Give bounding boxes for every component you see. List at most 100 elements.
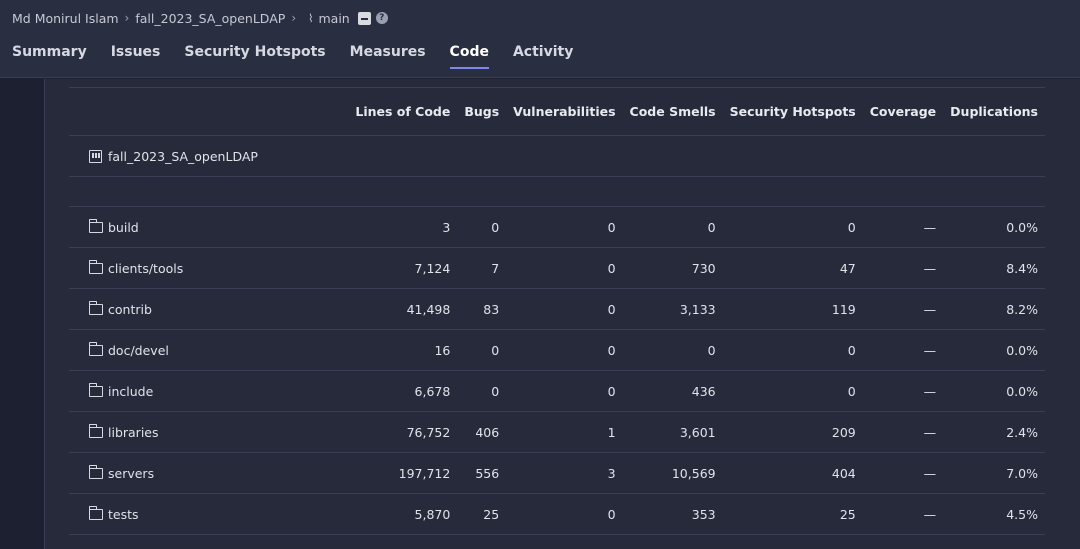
table-row[interactable]: libraries 76,752 406 1 3,601 209—2.4%	[69, 411, 1045, 453]
cell-duplications[interactable]: 8.2%	[943, 288, 1045, 330]
folder-icon	[89, 259, 103, 274]
cell-lines-of-code[interactable]: 6,678	[348, 370, 458, 412]
directory-link[interactable]: servers	[108, 466, 154, 481]
breadcrumb-project[interactable]: fall_2023_SA_openLDAP	[135, 11, 285, 26]
cell-bugs[interactable]: 25	[457, 493, 507, 535]
tab-code[interactable]: Code	[449, 44, 490, 69]
tab-security-hotspots[interactable]: Security Hotspots	[184, 44, 325, 68]
table-row[interactable]: contrib 41,498 83 0 3,133 119—8.2%	[69, 288, 1045, 330]
cell-coverage: —	[862, 329, 944, 371]
column-header-lines-of-code[interactable]: Lines of Code	[348, 87, 458, 136]
cell-lines-of-code[interactable]: 41,498	[348, 288, 458, 330]
directory-link[interactable]: clients/tools	[108, 261, 183, 276]
cell-duplications[interactable]: 0.0%	[943, 329, 1045, 371]
cell-security-hotspots[interactable]: 209	[722, 411, 863, 453]
folder-icon	[89, 382, 103, 397]
cell-code-smells[interactable]: 10,569	[622, 452, 723, 494]
cell-security-hotspots[interactable]: 0	[722, 206, 863, 248]
cell-code-smells[interactable]: 3,133	[622, 288, 723, 330]
cell-bugs[interactable]: 0	[457, 206, 507, 248]
cell-duplications[interactable]: 8.4%	[943, 247, 1045, 289]
folder-icon	[89, 464, 103, 479]
cell-duplications[interactable]: 7.0%	[943, 452, 1045, 494]
cell-lines-of-code[interactable]: 5,870	[348, 493, 458, 535]
cell-code-smells[interactable]: 0	[622, 329, 723, 371]
cell-coverage: —	[862, 288, 944, 330]
directory-link[interactable]: build	[108, 220, 139, 235]
tab-activity[interactable]: Activity	[513, 44, 573, 68]
help-icon[interactable]: ?	[375, 12, 388, 24]
cell-coverage: —	[862, 411, 944, 453]
tab-summary[interactable]: Summary	[12, 44, 87, 68]
cell-code-smells[interactable]: 3,601	[622, 411, 723, 453]
directory-name-cell: clients/tools	[69, 247, 349, 289]
cell-vulnerabilities[interactable]: 0	[506, 206, 623, 248]
cell-vulnerabilities[interactable]: 3	[506, 452, 623, 494]
cell-duplications[interactable]: 0.0%	[943, 206, 1045, 248]
cell-lines-of-code[interactable]: 16	[348, 329, 458, 371]
project-name[interactable]: fall_2023_SA_openLDAP	[108, 149, 258, 164]
cell-coverage: —	[862, 493, 944, 535]
project-name-cell: fall_2023_SA_openLDAP	[69, 135, 349, 177]
cell-vulnerabilities[interactable]: 0	[506, 370, 623, 412]
breadcrumb-owner[interactable]: Md Monirul Islam	[12, 11, 119, 26]
cell-code-smells[interactable]: 0	[622, 206, 723, 248]
directory-link[interactable]: doc/devel	[108, 343, 169, 358]
cell-duplications[interactable]: 4.5%	[943, 493, 1045, 535]
table-row[interactable]: include 6,678 0 0 436 0—0.0%	[69, 370, 1045, 412]
cell-security-hotspots[interactable]: 47	[722, 247, 863, 289]
cell-bugs[interactable]: 406	[457, 411, 507, 453]
top-bar: Md Monirul Islam › fall_2023_SA_openLDAP…	[0, 0, 1080, 78]
cell-security-hotspots[interactable]: 404	[722, 452, 863, 494]
cell-code-smells[interactable]: 436	[622, 370, 723, 412]
folder-icon	[89, 505, 103, 520]
cell-bugs[interactable]: 556	[457, 452, 507, 494]
cell-bugs[interactable]: 0	[457, 370, 507, 412]
table-row[interactable]: tests 5,870 25 0 353 25—4.5%	[69, 493, 1045, 535]
table-row[interactable]: clients/tools 7,124 7 0 730 47—8.4%	[69, 247, 1045, 289]
cell-bugs[interactable]: 83	[457, 288, 507, 330]
table-row[interactable]: doc/devel 16 0 0 0 0—0.0%	[69, 329, 1045, 371]
cell-vulnerabilities[interactable]: 0	[506, 329, 623, 371]
cell-lines-of-code[interactable]: 76,752	[348, 411, 458, 453]
cell-vulnerabilities[interactable]: 0	[506, 493, 623, 535]
cell-vulnerabilities[interactable]: 0	[506, 247, 623, 289]
cell-lines-of-code[interactable]: 3	[348, 206, 458, 248]
column-header-name	[69, 87, 349, 136]
table-row[interactable]: build 3 0 0 0 0—0.0%	[69, 206, 1045, 248]
column-header-code-smells[interactable]: Code Smells	[622, 87, 723, 136]
cell-bugs[interactable]: 0	[457, 329, 507, 371]
chevron-right-icon: ›	[124, 11, 130, 25]
cell-code-smells[interactable]: 730	[622, 247, 723, 289]
cell-lines-of-code[interactable]: 197,712	[348, 452, 458, 494]
cell-security-hotspots[interactable]: 0	[722, 370, 863, 412]
cell-lines-of-code[interactable]: 7,124	[348, 247, 458, 289]
column-header-duplications[interactable]: Duplications	[943, 87, 1045, 136]
cell-duplications[interactable]: 0.0%	[943, 370, 1045, 412]
cell-security-hotspots[interactable]: 0	[722, 329, 863, 371]
breadcrumb-branch[interactable]: main	[319, 11, 350, 26]
folder-icon	[89, 300, 103, 315]
cell-vulnerabilities[interactable]: 1	[506, 411, 623, 453]
directory-link[interactable]: libraries	[108, 425, 159, 440]
cell-security-hotspots[interactable]: 25	[722, 493, 863, 535]
table-row[interactable]: servers 197,712 556 3 10,569 404—7.0%	[69, 452, 1045, 494]
cell-vulnerabilities[interactable]: 0	[506, 288, 623, 330]
column-header-bugs[interactable]: Bugs	[457, 87, 507, 136]
directory-link[interactable]: tests	[108, 507, 139, 522]
cell-duplications[interactable]: 2.4%	[943, 411, 1045, 453]
project-row[interactable]: fall_2023_SA_openLDAP	[69, 135, 1045, 177]
tab-measures[interactable]: Measures	[350, 44, 426, 68]
column-header-vulnerabilities[interactable]: Vulnerabilities	[506, 87, 623, 136]
code-table: Lines of Code Bugs Vulnerabilities Code …	[69, 87, 1045, 535]
directory-link[interactable]: include	[108, 384, 153, 399]
column-header-coverage[interactable]: Coverage	[862, 87, 944, 136]
cell-security-hotspots[interactable]: 119	[722, 288, 863, 330]
cell-code-smells[interactable]: 353	[622, 493, 723, 535]
tab-issues[interactable]: Issues	[111, 44, 161, 68]
directory-link[interactable]: contrib	[108, 302, 152, 317]
column-header-security-hotspots[interactable]: Security Hotspots	[722, 87, 863, 136]
cell-bugs[interactable]: 7	[457, 247, 507, 289]
directory-name-cell: servers	[69, 452, 349, 494]
directory-name-cell: tests	[69, 493, 349, 535]
